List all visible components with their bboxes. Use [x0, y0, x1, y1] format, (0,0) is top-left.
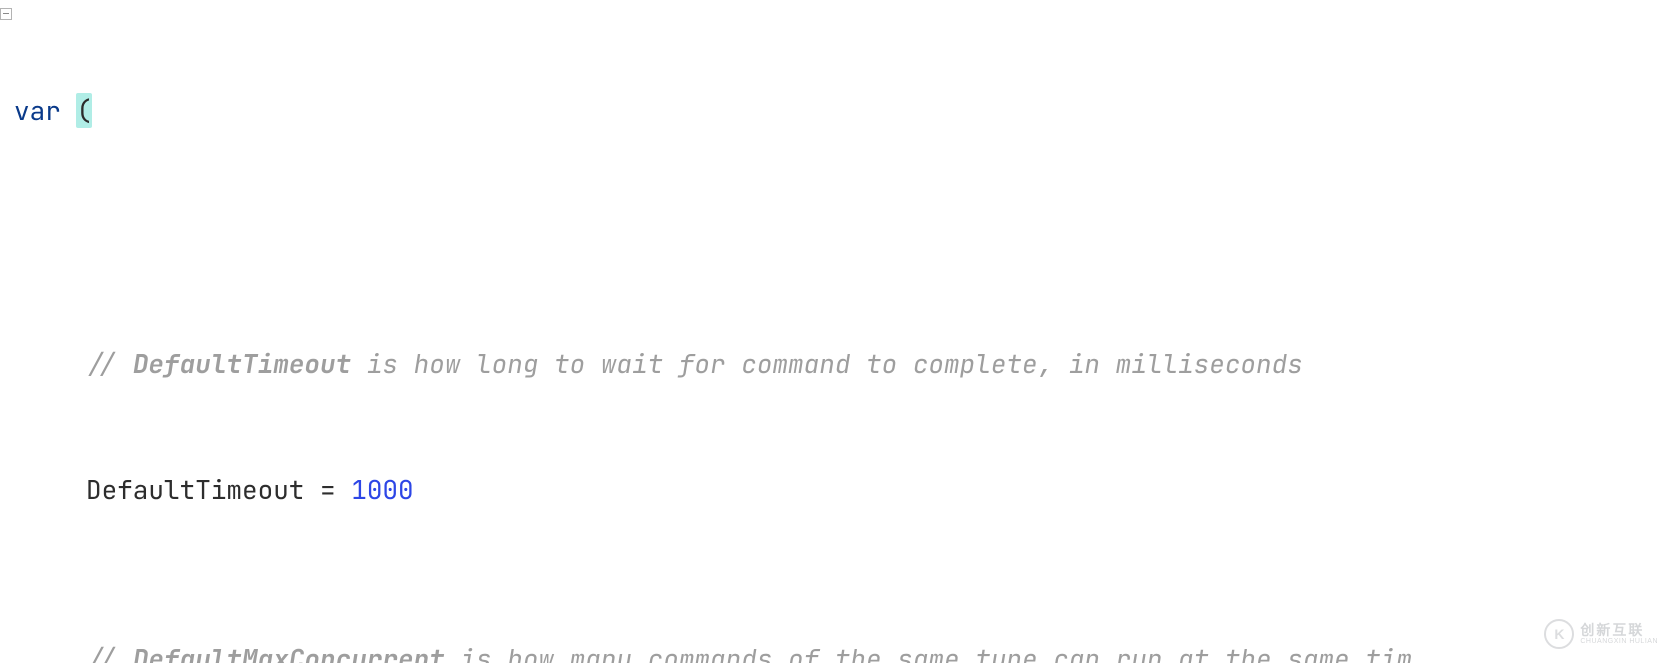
watermark: K 创新互联 CHUANGXIN HULIAN [1544, 619, 1658, 649]
code-editor[interactable]: var ( // DefaultTimeout is how long to w… [0, 0, 1680, 663]
watermark-text-en: CHUANGXIN HULIAN [1580, 638, 1658, 645]
line-var-open: var ( [14, 90, 1680, 132]
comment-default-timeout: // DefaultTimeout is how long to wait fo… [14, 343, 1680, 385]
assign-default-timeout: DefaultTimeout = 1000 [14, 469, 1680, 511]
var-block-body: // DefaultTimeout is how long to wait fo… [14, 259, 1680, 663]
watermark-logo-icon: K [1544, 619, 1574, 649]
comment-default-max-concurrent: // DefaultMaxConcurrent is how many comm… [14, 638, 1680, 663]
code-block[interactable]: var ( // DefaultTimeout is how long to w… [14, 6, 1680, 663]
keyword-var: var [14, 93, 61, 128]
fold-gutter [0, 0, 14, 663]
open-paren: ( [76, 93, 92, 128]
fold-start-icon[interactable] [0, 8, 12, 20]
watermark-text-cn: 创新互联 [1580, 623, 1658, 638]
